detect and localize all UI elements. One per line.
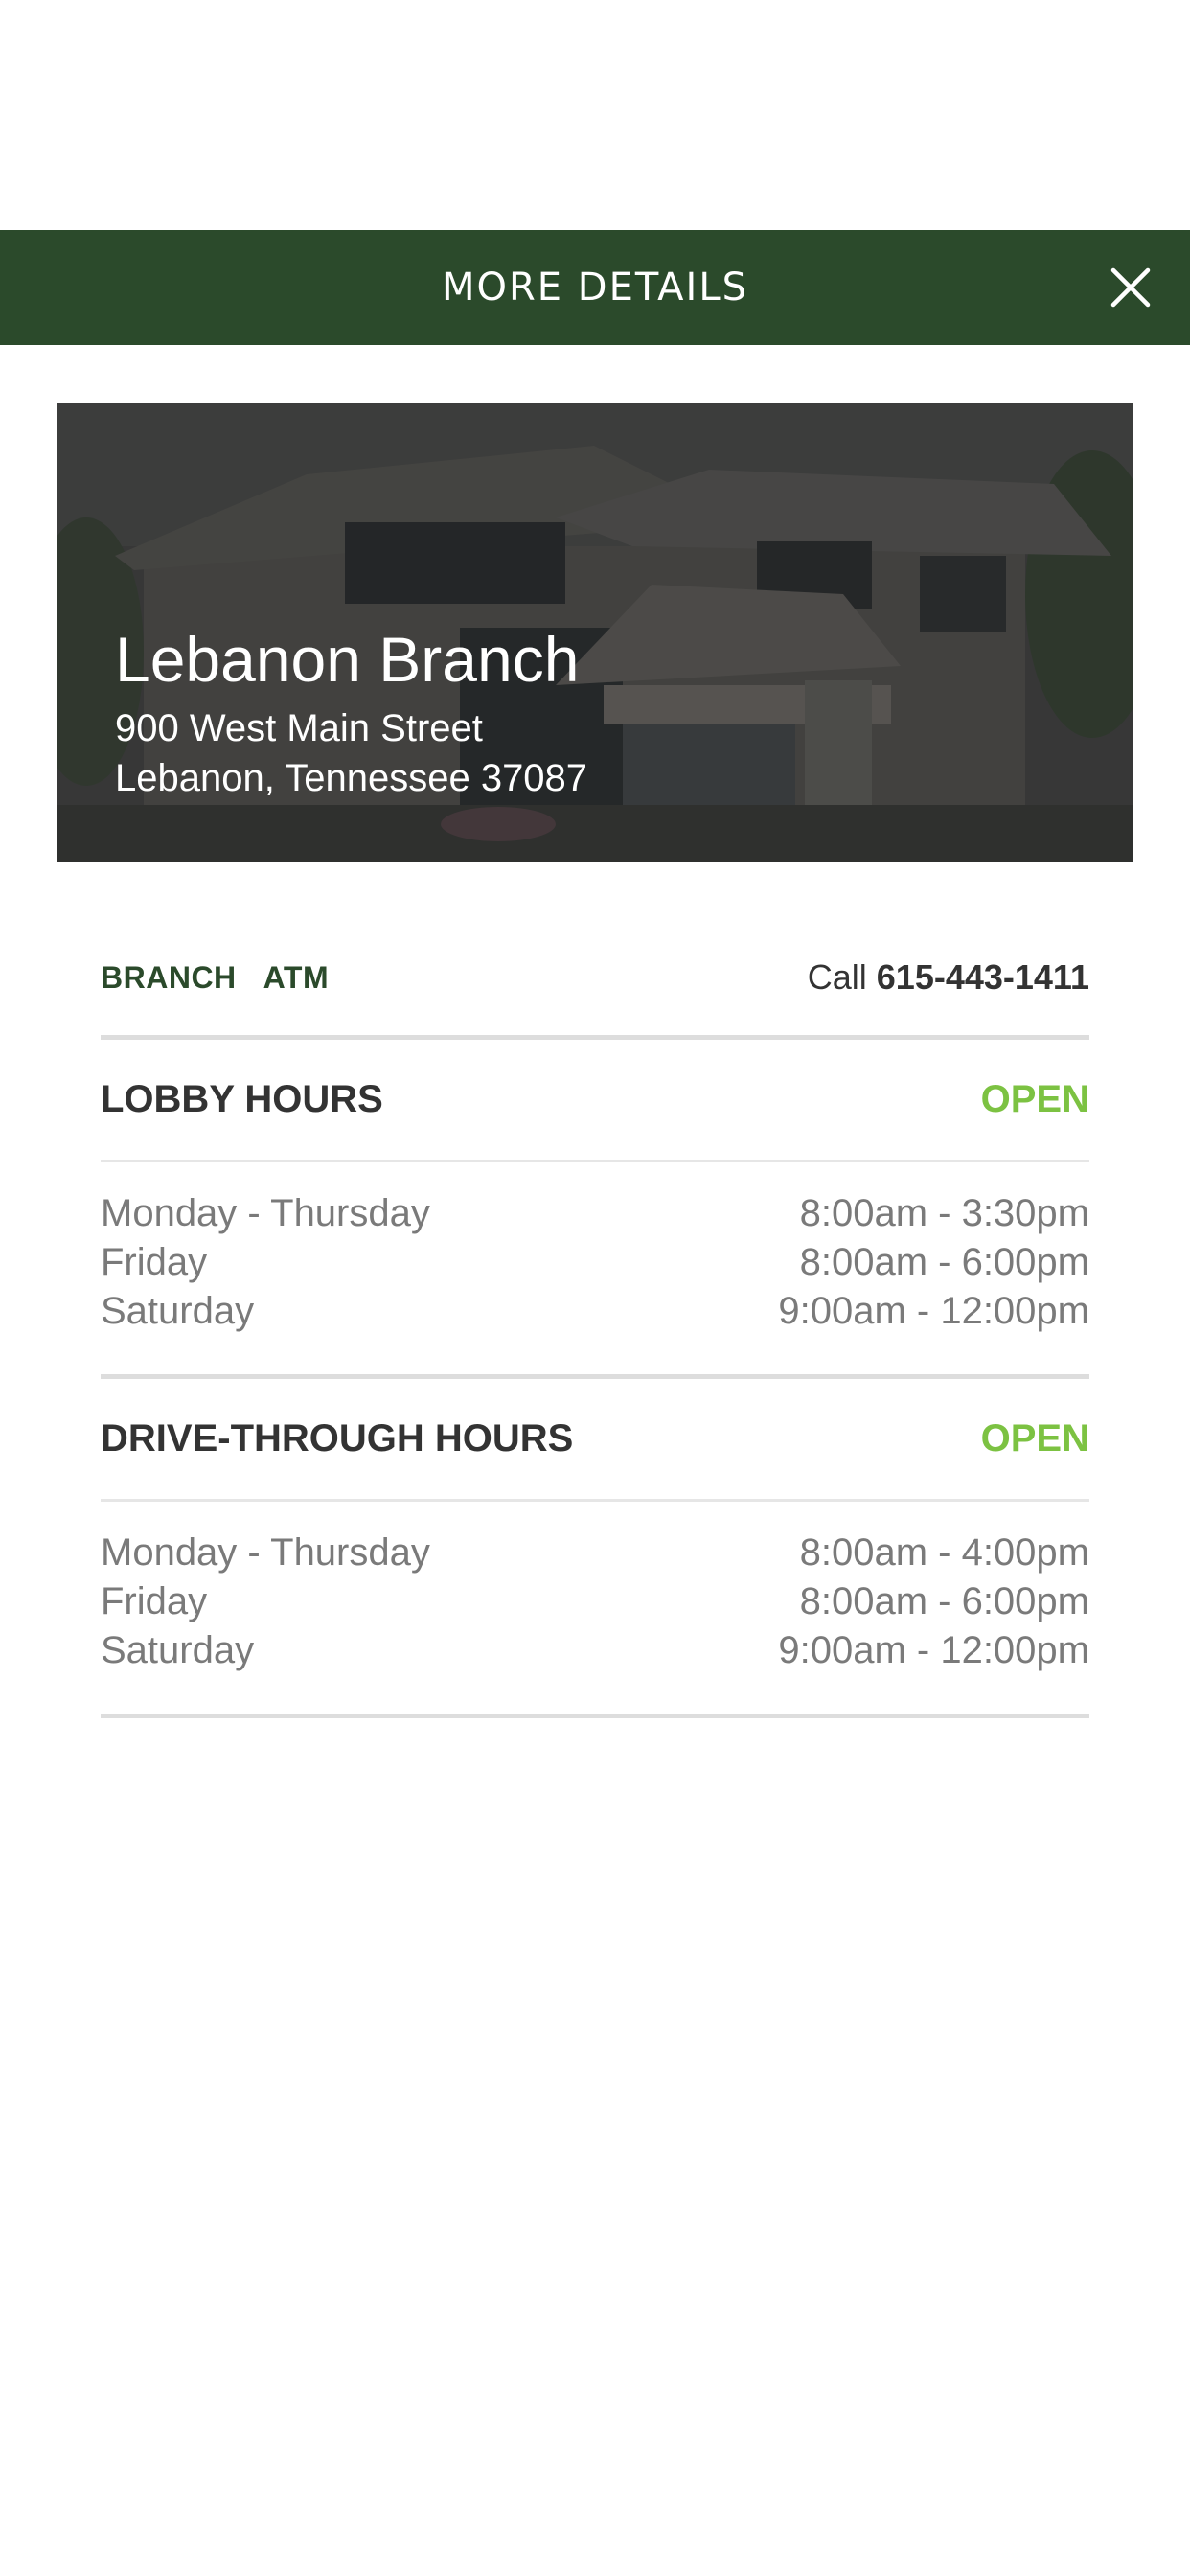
branch-photo: Lebanon Branch 900 West Main Street Leba… <box>57 402 1133 862</box>
lobby-status-badge: OPEN <box>980 1078 1089 1120</box>
hours-row: Monday - Thursday 8:00am - 4:00pm <box>101 1529 1089 1577</box>
tab-branch[interactable]: BRANCH <box>101 960 237 996</box>
header-title: MORE DETAILS <box>441 265 748 310</box>
call-link[interactable]: Call 615-443-1411 <box>808 957 1089 998</box>
branch-info: Lebanon Branch 900 West Main Street Leba… <box>115 621 587 803</box>
hours-row: Friday 8:00am - 6:00pm <box>101 1238 1089 1287</box>
drive-through-hours-list: Monday - Thursday 8:00am - 4:00pm Friday… <box>101 1502 1089 1714</box>
call-label: Call <box>807 957 867 997</box>
hours-time: 8:00am - 4:00pm <box>799 1531 1089 1574</box>
drive-through-hours-title: DRIVE-THROUGH HOURS <box>101 1417 574 1460</box>
hours-day: Saturday <box>101 1629 255 1671</box>
tabs-row: BRANCH ATM Call 615-443-1411 <box>101 920 1089 1035</box>
hours-row: Monday - Thursday 8:00am - 3:30pm <box>101 1189 1089 1238</box>
hours-time: 8:00am - 3:30pm <box>799 1192 1089 1234</box>
hours-day: Monday - Thursday <box>101 1192 430 1234</box>
hours-time: 8:00am - 6:00pm <box>799 1241 1089 1283</box>
hours-day: Saturday <box>101 1290 255 1332</box>
location-type-tabs: BRANCH ATM <box>101 960 329 996</box>
hours-day: Friday <box>101 1241 208 1283</box>
lobby-hours-list: Monday - Thursday 8:00am - 3:30pm Friday… <box>101 1162 1089 1374</box>
hours-row: Friday 8:00am - 6:00pm <box>101 1577 1089 1626</box>
lobby-hours-header: LOBBY HOURS OPEN <box>101 1040 1089 1160</box>
hours-time: 8:00am - 6:00pm <box>799 1580 1089 1622</box>
lobby-hours-title: LOBBY HOURS <box>101 1078 383 1120</box>
tab-atm[interactable]: ATM <box>263 960 329 996</box>
details-content: BRANCH ATM Call 615-443-1411 LOBBY HOURS… <box>101 920 1089 1718</box>
details-header: MORE DETAILS <box>0 230 1190 345</box>
drive-through-status-badge: OPEN <box>980 1417 1089 1460</box>
hours-day: Friday <box>101 1580 208 1622</box>
branch-name: Lebanon Branch <box>115 624 580 695</box>
hours-time: 9:00am - 12:00pm <box>778 1290 1089 1332</box>
hours-time: 9:00am - 12:00pm <box>778 1629 1089 1671</box>
hours-day: Monday - Thursday <box>101 1531 430 1574</box>
divider <box>101 1714 1089 1718</box>
branch-address-line2: Lebanon, Tennessee 37087 <box>115 757 588 799</box>
hours-row: Saturday 9:00am - 12:00pm <box>101 1287 1089 1336</box>
phone-number[interactable]: 615-443-1411 <box>877 957 1089 997</box>
close-button[interactable] <box>1108 264 1154 310</box>
drive-through-hours-header: DRIVE-THROUGH HOURS OPEN <box>101 1379 1089 1499</box>
branch-address-line1: 900 West Main Street <box>115 707 483 749</box>
hours-row: Saturday 9:00am - 12:00pm <box>101 1626 1089 1675</box>
close-icon <box>1110 267 1151 308</box>
